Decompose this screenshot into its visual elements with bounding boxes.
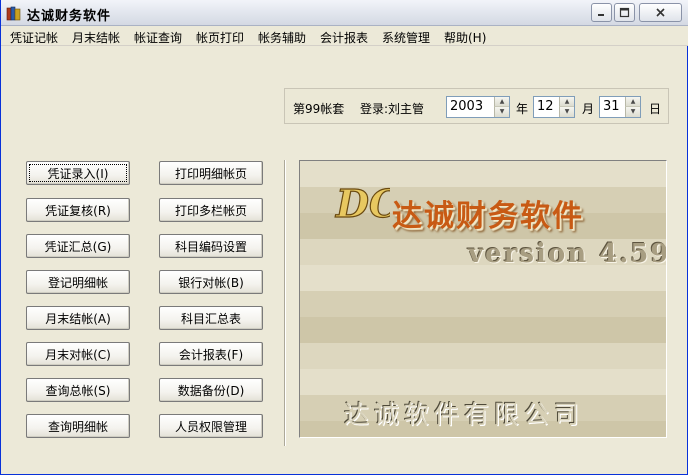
menu-system[interactable]: 系统管理 bbox=[382, 29, 430, 46]
account-summary-button[interactable]: 科目汇总表 bbox=[159, 306, 263, 330]
month-spinner[interactable]: 12 ▲ ▼ bbox=[533, 96, 575, 118]
menu-query[interactable]: 帐证查询 bbox=[134, 29, 182, 46]
month-value[interactable]: 12 bbox=[537, 99, 554, 114]
brand-title: 达诚财务软件 bbox=[392, 199, 584, 234]
general-ledger-button[interactable]: 查询总帐(S) bbox=[26, 378, 130, 402]
year-value[interactable]: 2003 bbox=[450, 99, 483, 114]
account-set-label: 第99帐套 bbox=[293, 102, 345, 116]
menu-bar: 凭证记帐 月末结帐 帐证查询 帐页打印 帐务辅助 会计报表 系统管理 帮助(H) bbox=[1, 26, 688, 46]
month-reconcile-button[interactable]: 月末对帐(C) bbox=[26, 342, 130, 366]
menu-report[interactable]: 会计报表 bbox=[320, 29, 368, 46]
splash-panel: DC 达诚财务软件 version 4.59 达诚软件有限公司 bbox=[299, 160, 667, 438]
month-up-arrow-icon[interactable]: ▲ bbox=[559, 97, 574, 107]
maximize-button[interactable] bbox=[614, 3, 635, 22]
menu-voucher[interactable]: 凭证记帐 bbox=[10, 29, 58, 46]
menu-aux[interactable]: 帐务辅助 bbox=[258, 29, 306, 46]
info-bar: 第99帐套 登录:刘主管 2003 ▲ ▼ 年 12 ▲ ▼ 月 31 ▲ ▼ … bbox=[284, 88, 669, 124]
bank-reconcile-button[interactable]: 银行对帐(B) bbox=[159, 270, 263, 294]
financial-report-button[interactable]: 会计报表(F) bbox=[159, 342, 263, 366]
maximize-icon bbox=[619, 7, 630, 18]
year-down-arrow-icon[interactable]: ▼ bbox=[494, 107, 509, 117]
voucher-review-button[interactable]: 凭证复核(R) bbox=[26, 198, 130, 222]
vertical-divider bbox=[284, 160, 286, 446]
day-up-arrow-icon[interactable]: ▲ bbox=[625, 97, 640, 107]
menu-print[interactable]: 帐页打印 bbox=[196, 29, 244, 46]
voucher-entry-button[interactable]: 凭证录入(I) bbox=[26, 161, 130, 185]
day-down-arrow-icon[interactable]: ▼ bbox=[625, 107, 640, 117]
company-name: 达诚软件有限公司 bbox=[344, 400, 585, 429]
month-down-arrow-icon[interactable]: ▼ bbox=[559, 107, 574, 117]
version-label: version 4.59 bbox=[468, 239, 667, 269]
window-title: 达诚财务软件 bbox=[27, 9, 112, 24]
title-bar[interactable]: 达诚财务软件 bbox=[1, 0, 688, 26]
day-value[interactable]: 31 bbox=[603, 99, 620, 114]
user-permission-button[interactable]: 人员权限管理 bbox=[159, 414, 263, 438]
day-spinner[interactable]: 31 ▲ ▼ bbox=[599, 96, 641, 118]
print-detail-button[interactable]: 打印明细帐页 bbox=[159, 161, 263, 185]
print-multicol-button[interactable]: 打印多栏帐页 bbox=[159, 198, 263, 222]
login-label: 登录:刘主管 bbox=[360, 102, 425, 116]
dc-logo-text: DC bbox=[335, 181, 390, 225]
data-backup-button[interactable]: 数据备份(D) bbox=[159, 378, 263, 402]
toolbar-area bbox=[3, 47, 687, 85]
voucher-summary-button[interactable]: 凭证汇总(G) bbox=[26, 234, 130, 258]
dc-logo: DC bbox=[334, 180, 390, 225]
menu-help[interactable]: 帮助(H) bbox=[444, 29, 486, 46]
year-spinner[interactable]: 2003 ▲ ▼ bbox=[446, 96, 510, 118]
detail-ledger-button[interactable]: 查询明细帐 bbox=[26, 414, 130, 438]
year-up-arrow-icon[interactable]: ▲ bbox=[494, 97, 509, 107]
minimize-button[interactable] bbox=[591, 3, 612, 22]
close-button[interactable] bbox=[639, 3, 682, 22]
minimize-icon bbox=[598, 14, 604, 16]
account-code-button[interactable]: 科目编码设置 bbox=[159, 234, 263, 258]
close-icon bbox=[656, 8, 665, 17]
day-unit: 日 bbox=[649, 102, 662, 116]
year-unit: 年 bbox=[516, 102, 529, 116]
books-icon[interactable] bbox=[6, 5, 22, 21]
post-ledger-button[interactable]: 登记明细帐 bbox=[26, 270, 130, 294]
month-close-button[interactable]: 月末结帐(A) bbox=[26, 306, 130, 330]
menu-month-end[interactable]: 月末结帐 bbox=[72, 29, 120, 46]
main-window: 达诚财务软件 凭证记帐 月末结帐 帐证查询 帐页打印 帐务辅助 会计报表 系统管… bbox=[0, 0, 688, 475]
month-unit: 月 bbox=[582, 102, 595, 116]
